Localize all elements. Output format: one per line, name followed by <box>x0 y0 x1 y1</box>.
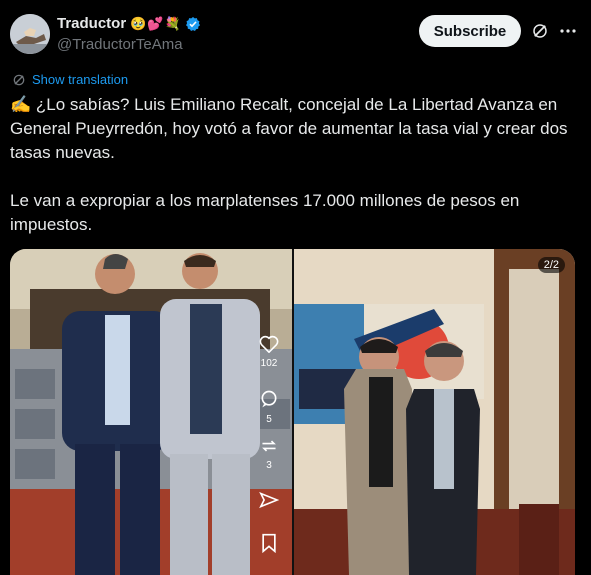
grok-small-icon <box>13 74 25 85</box>
tweet-paragraph-2: Le van a expropiar a los marplatenses 17… <box>10 191 520 234</box>
tweet-header: Traductor 🥹 💕 💐 @TraductorTeAma Subscrib… <box>10 14 581 56</box>
tweet-paragraph-1: ✍️ ¿Lo sabías? Luis Emiliano Recalt, con… <box>10 95 568 162</box>
handle[interactable]: @TraductorTeAma <box>57 36 183 53</box>
repost-action[interactable]: 3 <box>258 437 280 471</box>
media-gallery[interactable]: 102 5 3 2/2 <box>10 249 575 575</box>
name-emojis: 🥹 💕 💐 <box>130 16 181 32</box>
grok-icon[interactable] <box>531 22 549 40</box>
likes-count: 102 <box>260 358 278 369</box>
display-name[interactable]: Traductor <box>57 15 126 32</box>
show-translation-label[interactable]: Show translation <box>32 72 128 87</box>
avatar[interactable] <box>10 14 50 54</box>
send-icon <box>259 491 280 509</box>
bookmark-action[interactable] <box>258 533 280 558</box>
avatar-hand-icon <box>10 14 50 54</box>
emoji-2: 💕 <box>147 15 164 31</box>
more-icon[interactable] <box>558 21 578 41</box>
share-action[interactable] <box>258 491 280 514</box>
bookmark-icon <box>262 533 276 554</box>
photo-2[interactable] <box>294 249 575 575</box>
comment-action[interactable]: 5 <box>258 389 280 425</box>
reposts-count: 3 <box>266 460 272 471</box>
emoji-3: 💐 <box>164 15 181 31</box>
emoji-1: 🥹 <box>130 15 147 31</box>
like-action[interactable]: 102 <box>258 335 280 369</box>
repost-icon <box>262 440 276 452</box>
tweet-text: ✍️ ¿Lo sabías? Luis Emiliano Recalt, con… <box>10 93 580 237</box>
heart-icon <box>259 335 279 354</box>
verified-badge-icon <box>185 16 200 31</box>
image-counter: 2/2 <box>537 257 565 273</box>
photo-1[interactable] <box>10 249 292 575</box>
show-translation[interactable]: Show translation <box>12 72 128 87</box>
comments-count: 5 <box>266 414 272 425</box>
comment-icon <box>261 390 277 408</box>
subscribe-button[interactable]: Subscribe <box>419 15 521 47</box>
